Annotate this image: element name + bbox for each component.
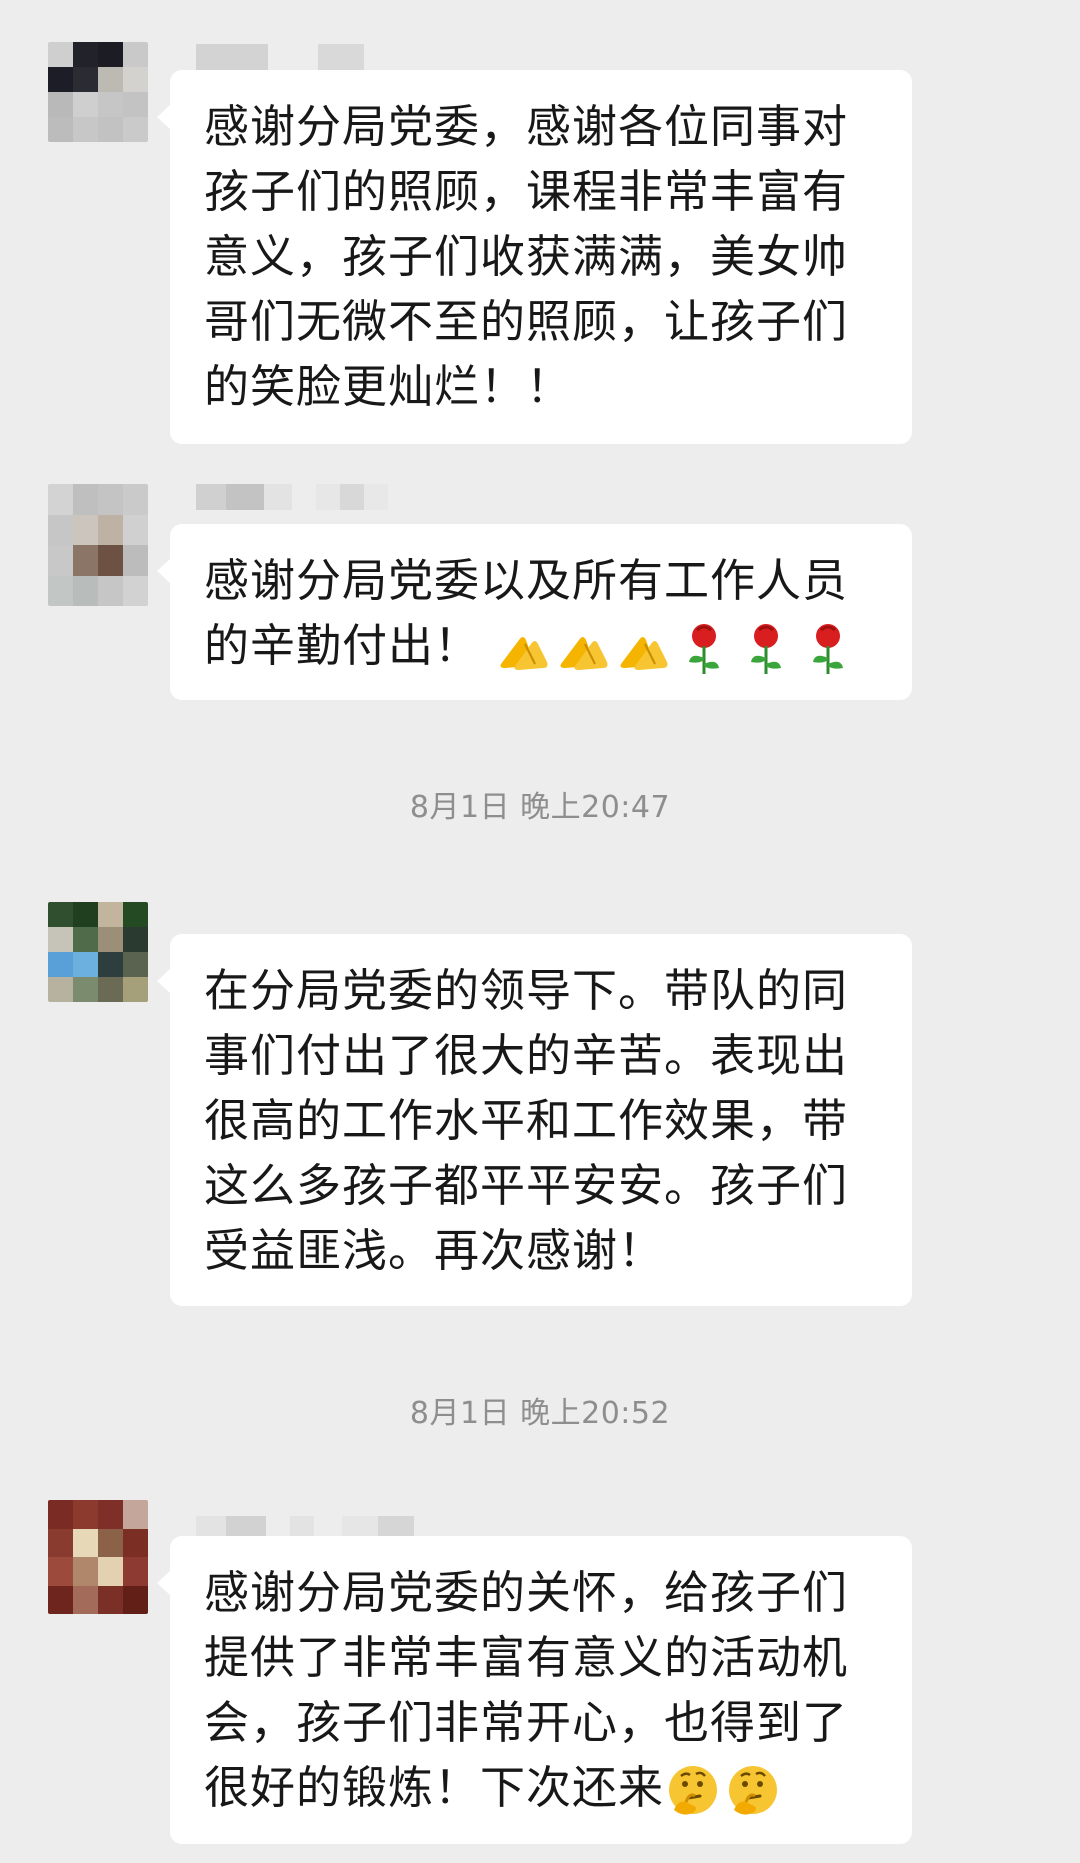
message-bubble[interactable]: 感谢分局党委，感谢各位同事对孩子们的照顾，课程非常丰富有意义，孩子们收获满满，美… [157,70,912,444]
message-text: 感谢分局党委，感谢各位同事对孩子们的照顾，课程非常丰富有意义，孩子们收获满满，美… [204,100,849,413]
avatar[interactable] [48,484,148,606]
timestamp: 8月1日 晚上20:47 [409,790,671,825]
avatar[interactable] [48,902,148,1002]
folded-hands-icon [555,620,613,678]
thinking-face-icon [724,1762,782,1820]
message-text: 在分局党委的领导下。带队的同事们付出了很大的辛苦。表现出很高的工作水平和工作效果… [204,964,849,1277]
chat-history: 感谢分局党委，感谢各位同事对孩子们的照顾，课程非常丰富有意义，孩子们收获满满，美… [0,0,1080,1863]
avatar[interactable] [48,1500,148,1614]
message-bubble[interactable]: 感谢分局党委以及所有工作人员的辛勤付出！ [157,524,912,700]
timestamp: 8月1日 晚上20:52 [409,1396,671,1431]
rose-icon [799,620,859,678]
thinking-face-icon [664,1762,722,1820]
rose-icon [675,620,735,678]
sender-name [196,44,364,70]
message-bubble[interactable]: 感谢分局党委的关怀，给孩子们提供了非常丰富有意义的活动机会，孩子们非常开心，也得… [157,1536,912,1844]
message-bubble[interactable]: 在分局党委的领导下。带队的同事们付出了很大的辛苦。表现出很高的工作水平和工作效果… [157,934,912,1306]
folded-hands-icon [495,620,553,678]
avatar[interactable] [48,42,148,142]
rose-icon [737,620,797,678]
folded-hands-icon [615,620,673,678]
sender-name [196,484,388,510]
